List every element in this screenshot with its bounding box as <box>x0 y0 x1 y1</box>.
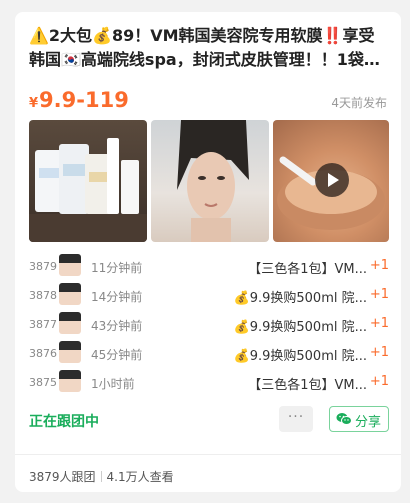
play-icon[interactable] <box>315 163 349 197</box>
activity-row[interactable]: 3879 11分钟前 【三色各1包】VM... +1 <box>29 253 389 282</box>
activity-description: 【三色各1包】VM... <box>248 262 367 277</box>
product-bags-illustration <box>29 138 147 242</box>
sequence-number: 3879 <box>29 260 57 273</box>
activity-description: 💰9.9换购500ml 院... <box>233 291 367 306</box>
quantity-badge: +1 <box>369 316 389 331</box>
activity-row[interactable]: 3876 45分钟前 💰9.9换购500ml 院... +1 <box>29 340 389 369</box>
avatar <box>59 283 81 305</box>
following-status: 正在跟团中 <box>29 414 99 430</box>
activity-description: 💰9.9换购500ml 院... <box>233 320 367 335</box>
activity-time: 1小时前 <box>91 377 135 391</box>
avatar <box>59 312 81 334</box>
post-title[interactable]: ⚠️2大包💰89！VM韩国美容院专用软膜‼️享受韩国🇰🇷高端院线spa，封闭式皮… <box>29 24 389 72</box>
sequence-number: 3876 <box>29 347 57 360</box>
avatar <box>59 370 81 392</box>
product-photo[interactable] <box>29 120 147 242</box>
sequence-number: 3878 <box>29 289 57 302</box>
video-thumbnail[interactable] <box>273 120 389 242</box>
quantity-badge: +1 <box>369 345 389 360</box>
face-illustration <box>177 120 249 242</box>
posted-time: 4天前发布 <box>331 96 387 110</box>
avatar <box>59 254 81 276</box>
activity-time: 45分钟前 <box>91 348 143 362</box>
divider <box>15 454 401 455</box>
stats-separator <box>100 471 102 482</box>
avatar <box>59 341 81 363</box>
share-label: 分享 <box>355 415 382 430</box>
sequence-number: 3877 <box>29 318 57 331</box>
quantity-badge: +1 <box>369 258 389 273</box>
group-buy-card[interactable]: ⚠️2大包💰89！VM韩国美容院专用软膜‼️享受韩国🇰🇷高端院线spa，封闭式皮… <box>15 12 401 492</box>
view-count: 4.1万人查看 <box>106 470 174 484</box>
activity-row[interactable]: 3877 43分钟前 💰9.9换购500ml 院... +1 <box>29 311 389 340</box>
quantity-badge: +1 <box>369 374 389 389</box>
more-button[interactable]: ··· <box>279 406 313 432</box>
activity-time: 43分钟前 <box>91 319 143 333</box>
currency-symbol: ¥ <box>29 96 39 111</box>
price-value: 9.9-119 <box>39 88 129 112</box>
activity-row[interactable]: 3875 1小时前 【三色各1包】VM... +1 <box>29 369 389 398</box>
activity-time: 14分钟前 <box>91 290 143 304</box>
price-range: ¥9.9-119 <box>29 88 129 112</box>
activity-description: 💰9.9换购500ml 院... <box>233 349 367 364</box>
activity-time: 11分钟前 <box>91 261 143 275</box>
activity-row[interactable]: 3878 14分钟前 💰9.9换购500ml 院... +1 <box>29 282 389 311</box>
photo-gallery <box>29 120 389 242</box>
activity-description: 【三色各1包】VM... <box>248 378 367 393</box>
quantity-badge: +1 <box>369 287 389 302</box>
share-button[interactable]: 分享 <box>329 406 389 432</box>
stats-bar: 3879人跟团 4.1万人查看 <box>29 468 174 485</box>
sequence-number: 3875 <box>29 376 57 389</box>
face-mask-photo[interactable] <box>151 120 269 242</box>
joined-count: 3879人跟团 <box>29 470 96 484</box>
wechat-icon <box>336 413 352 425</box>
